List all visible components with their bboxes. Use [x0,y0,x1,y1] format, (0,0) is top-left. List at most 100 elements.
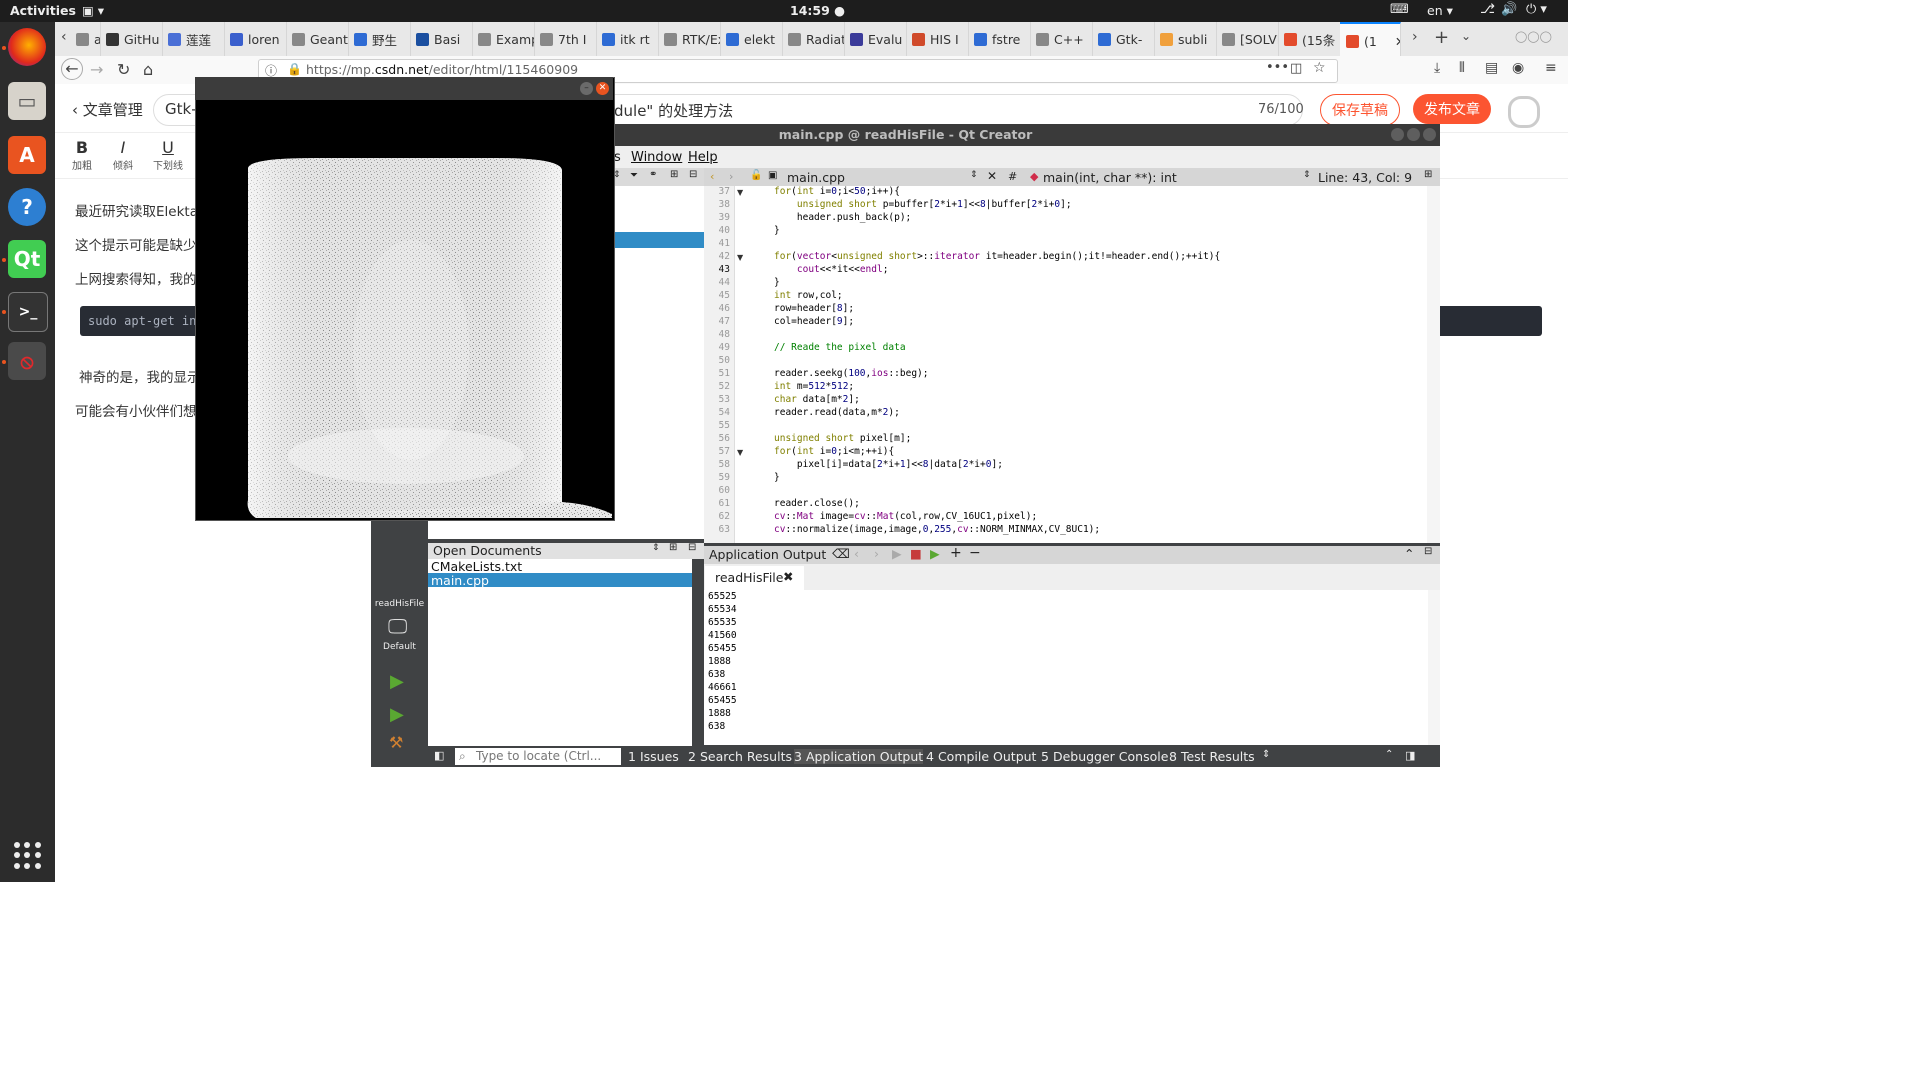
application-output-text[interactable] [704,590,1428,745]
activities-button[interactable]: Activities [10,3,76,18]
browser-tab[interactable]: 野生 [348,22,411,56]
browser-tab[interactable]: Evalu [844,22,907,56]
close-icon[interactable] [1423,128,1436,141]
show-applications-icon[interactable] [14,842,42,870]
article-paragraph[interactable]: 神奇的是，我的显示 [79,366,201,386]
qt-creator-icon[interactable]: Qt [8,240,46,278]
back-icon[interactable]: ← [61,58,83,80]
maximize-icon[interactable] [1407,128,1420,141]
zoom-in-icon[interactable]: + [950,545,962,561]
toggle-sidebar-icon[interactable]: ◧ [434,749,444,762]
bold-button[interactable]: B 加粗 [62,138,102,172]
zoom-out-icon[interactable]: − [969,545,981,561]
fold-marker-icon[interactable]: ▼ [737,253,743,262]
open-document-item[interactable]: CMakeLists.txt [431,559,522,574]
clock[interactable]: 14:59 ● [790,3,845,18]
attach-debugger-icon[interactable]: ▶ [930,546,940,561]
browser-tab[interactable]: fstre [968,22,1031,56]
hash-icon[interactable]: # [1008,170,1017,183]
app-menu-icon[interactable]: ▣ ▾ [82,3,104,18]
browser-tab[interactable]: 莲莲 [162,22,225,56]
close-tab-icon[interactable]: ✕ [1395,34,1400,49]
browser-tab[interactable]: am [70,22,101,56]
files-icon[interactable]: ▭ [8,82,46,120]
image-window-title-bar[interactable] [195,77,613,100]
output-pane-tab[interactable]: 5 Debugger Console [1041,749,1168,764]
page-actions-icon[interactable]: ••• [1266,60,1289,75]
article-paragraph[interactable]: 最近研究读取Elekta加 [75,200,211,220]
maximize-pane-icon[interactable]: ⌃ [1404,546,1414,561]
split-icon[interactable]: ⊞ [670,169,678,180]
help-icon[interactable]: ? [8,188,46,226]
keyboard-icon[interactable]: ⌨ [1390,2,1409,17]
rerun-icon[interactable]: ▶ [892,546,902,561]
prev-item-icon[interactable]: ‹ [854,546,859,561]
debug-run-icon[interactable]: ▶ [390,704,404,725]
browser-tab[interactable]: (15条 [1278,22,1341,56]
output-pane-tab[interactable]: 4 Compile Output [926,749,1036,764]
browser-tab[interactable]: C++ [1030,22,1093,56]
firefox-icon[interactable] [8,28,46,66]
account-icon[interactable]: ◉ [1512,60,1524,76]
library-icon[interactable]: ⫴ [1459,60,1465,76]
browser-tab[interactable]: Geant4 [286,22,349,56]
forward-icon[interactable]: → [90,60,103,79]
reload-icon[interactable]: ↻ [117,60,130,79]
window-controls-icon[interactable]: ◯◯◯ [1515,30,1552,43]
open-document-item[interactable]: main.cpp [431,573,489,588]
toggle-right-sidebar-icon[interactable]: ◨ [1405,749,1415,762]
output-scrollbar[interactable] [1428,590,1440,745]
file-combo-arrow-icon[interactable]: ⇕ [970,170,978,180]
nav-back-icon[interactable]: ‹ [710,170,714,183]
browser-tab[interactable]: [SOLVED [1216,22,1279,56]
home-icon[interactable]: ⌂ [143,60,153,79]
scope-combo-arrow-icon[interactable]: ⇕ [1303,170,1311,180]
output-pane-tab[interactable]: 3 Application Output [794,749,924,764]
menu-window[interactable]: Window [631,150,682,165]
split-icon[interactable]: ⊞ [669,542,677,553]
output-tab-readhisfile[interactable]: readHisFile ✖ [705,566,804,590]
close-output-icon[interactable]: ⊟ [1424,546,1432,557]
nav-forward-icon[interactable]: › [729,170,733,183]
browser-tab[interactable]: Gtk- [1092,22,1155,56]
close-icon[interactable]: ✕ [596,82,609,95]
output-pane-tab[interactable]: 8 Test Results [1169,749,1255,764]
minimize-icon[interactable]: – [580,82,593,95]
tab-scroll-left-icon[interactable]: ‹ [61,29,67,45]
split-editor-icon[interactable]: ⊞ [1424,169,1432,180]
article-paragraph[interactable]: 可能会有小伙伴们想知 [75,400,210,420]
locator-input[interactable]: ⌕ Type to locate (Ctrl... [455,748,621,765]
editor-scrollbar[interactable] [1427,186,1440,543]
monitor-icon[interactable]: 🖵 [388,614,407,638]
link-icon[interactable]: ⚭ [649,169,657,180]
browser-tab[interactable]: loren [224,22,287,56]
pocket-icon[interactable]: ◫ [1290,61,1302,76]
hamburger-menu-icon[interactable]: ≡ [1545,60,1557,76]
browser-tab[interactable]: elekt [720,22,783,56]
build-hammer-icon[interactable]: ⚒ [389,733,403,752]
maximize-output-icon[interactable]: ⌃ [1385,749,1393,760]
editor-file-name[interactable]: main.cpp [787,170,845,185]
terminal-icon[interactable]: >_ [8,292,48,332]
next-item-icon[interactable]: › [874,546,879,561]
downloads-icon[interactable]: ⤓ [1434,60,1440,76]
fold-marker-icon[interactable]: ▼ [737,448,743,457]
menu-item-partial[interactable]: s [614,150,621,165]
browser-tab[interactable]: Example [472,22,535,56]
code-editor[interactable] [735,186,1427,543]
close-tab-icon[interactable]: ✖ [783,569,793,584]
fold-marker-icon[interactable]: ▼ [737,188,743,197]
bookmark-star-icon[interactable]: ☆ [1313,60,1326,76]
function-scope[interactable]: main(int, char **): int [1043,170,1177,185]
tab-list-icon[interactable]: ⌄ [1461,29,1471,43]
browser-tab[interactable]: HIS I [906,22,969,56]
csdn-logo-icon[interactable] [1508,96,1540,128]
underline-button[interactable]: U 下划线 [148,138,188,172]
clear-output-icon[interactable]: ⌫ [832,546,850,561]
minimize-icon[interactable] [1391,128,1404,141]
browser-tab[interactable]: (1 ✕ [1340,22,1401,58]
network-icon[interactable]: ⎇ [1480,2,1495,17]
article-management-link[interactable]: ‹ 文章管理 [72,99,143,120]
filter-icon[interactable]: ⏷ [630,170,638,181]
pane-combo-icon[interactable]: ⇕ [652,543,660,553]
